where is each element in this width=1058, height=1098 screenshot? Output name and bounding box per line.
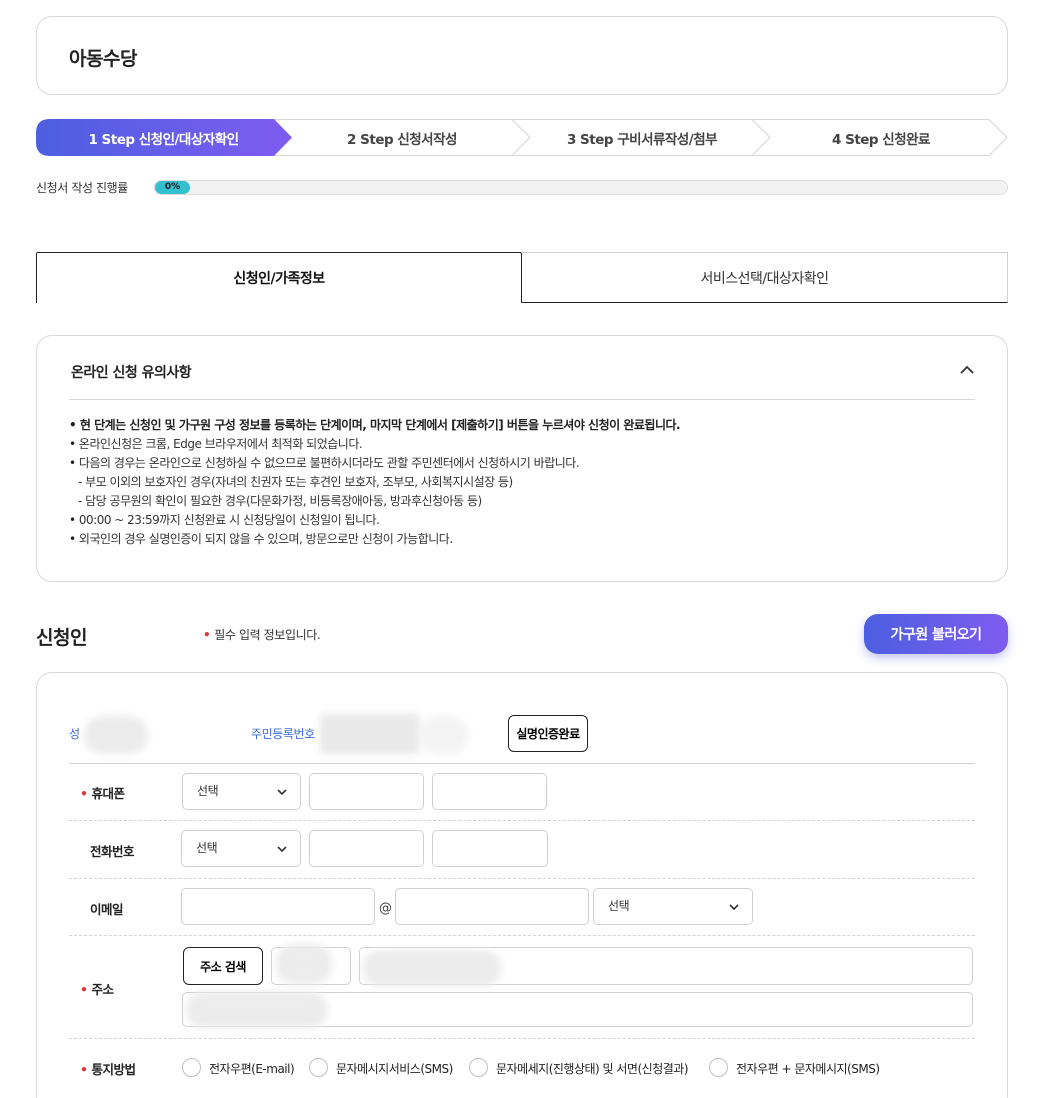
required-mark: • bbox=[80, 786, 88, 801]
notify-label: • 통지방법 bbox=[80, 1059, 136, 1078]
row-divider bbox=[69, 878, 975, 879]
tab-bar: 신청인/가족정보 서비스선택/대상자확인 bbox=[36, 252, 1008, 303]
address-label-text: 주소 bbox=[91, 982, 115, 997]
form-divider bbox=[69, 763, 975, 764]
notice-list: • 현 단계는 신청인 및 가구원 구성 정보를 등록하는 단계이며, 마지막 … bbox=[69, 416, 681, 549]
notice-item-text: - 부모 이외의 보호자인 경우(자녀의 친권자 또는 후견인 보호자, 조부모… bbox=[78, 475, 513, 489]
page-title-box: 아동수당 bbox=[36, 16, 1008, 95]
email-at-sign: @ bbox=[379, 901, 392, 916]
phone-last-input[interactable] bbox=[432, 830, 548, 867]
required-note-text: 필수 입력 정보입니다. bbox=[214, 628, 321, 642]
required-note: • 필수 입력 정보입니다. bbox=[203, 626, 321, 643]
bullet-mark: • bbox=[69, 418, 77, 432]
chevron-down-icon bbox=[277, 846, 287, 853]
mobile-label-text: 휴대폰 bbox=[91, 786, 126, 801]
rrn-value-redacted bbox=[320, 714, 420, 754]
notice-panel: 온라인 신청 유의사항 • 현 단계는 신청인 및 가구원 구성 정보를 등록하… bbox=[36, 335, 1008, 582]
row-divider bbox=[69, 935, 975, 936]
notice-item: - 담당 공무원의 확인이 필요한 경우(다문화가정, 비등록장애아동, 방과후… bbox=[69, 492, 680, 511]
email-domain-value: 선택 bbox=[608, 899, 630, 913]
step-2-label: 2 Step 신청서작성 bbox=[347, 132, 457, 148]
page-title: 아동수당 bbox=[69, 48, 137, 70]
notice-item: • 00:00 ~ 23:59까지 신청완료 시 신청당일이 신청일이 됩니다. bbox=[69, 511, 680, 530]
notice-item: • 외국인의 경우 실명인증이 되지 않을 수 있으며, 방문으로만 신청이 가… bbox=[69, 530, 680, 549]
notice-item: - 부모 이외의 보호자인 경우(자녀의 친권자 또는 후견인 보호자, 조부모… bbox=[69, 473, 680, 492]
notify-sms-label[interactable]: 문자메시지서비스(SMS) bbox=[336, 1060, 453, 1077]
notice-item-text: - 담당 공무원의 확인이 필요한 경우(다문화가정, 비등록장애아동, 방과후… bbox=[78, 494, 482, 508]
notify-sms-radio[interactable] bbox=[309, 1058, 328, 1077]
required-mark: • bbox=[80, 982, 88, 997]
notice-item-text: 현 단계는 신청인 및 가구원 구성 정보를 등록하는 단계이며, 마지막 단계… bbox=[79, 418, 681, 432]
email-label: 이메일 bbox=[90, 902, 124, 917]
phone-middle-input[interactable] bbox=[309, 830, 424, 867]
progress-label: 신청서 작성 진행률 bbox=[36, 181, 128, 195]
notice-item-text: 다음의 경우는 온라인으로 신청하실 수 없으므로 불편하시더라도 관할 주민센… bbox=[78, 456, 580, 470]
email-id-input[interactable] bbox=[181, 888, 375, 925]
rrn-label: 주민등록번호 bbox=[251, 727, 315, 741]
notice-item: • 온라인신청은 크롬, Edge 브라우저에서 최적화 되었습니다. bbox=[69, 435, 680, 454]
chevron-down-icon bbox=[729, 904, 739, 911]
row-divider bbox=[69, 1038, 975, 1039]
bullet-mark: • bbox=[69, 456, 76, 470]
notice-item: • 현 단계는 신청인 및 가구원 구성 정보를 등록하는 단계이며, 마지막 … bbox=[69, 416, 681, 435]
step-1-label: 1 Step 신청인/대상자확인 bbox=[88, 132, 239, 148]
notice-divider bbox=[69, 399, 975, 400]
required-mark: • bbox=[80, 1062, 88, 1077]
bullet-mark: • bbox=[69, 437, 76, 451]
step-4-label: 4 Step 신청완료 bbox=[832, 132, 930, 148]
required-mark: • bbox=[203, 628, 211, 642]
address-detail-redacted bbox=[186, 992, 328, 1028]
row-divider bbox=[69, 820, 975, 821]
phone-prefix-value: 선택 bbox=[196, 841, 218, 855]
progress-value: 0% bbox=[164, 182, 181, 192]
verify-button[interactable]: 실명인증완료 bbox=[508, 715, 588, 752]
notice-item: • 다음의 경우는 온라인으로 신청하실 수 없으므로 불편하시더라도 관할 주… bbox=[69, 454, 680, 473]
notify-label-text: 통지방법 bbox=[91, 1062, 137, 1077]
bullet-mark: • bbox=[69, 532, 76, 546]
name-label: 성 bbox=[69, 727, 80, 741]
email-domain-input[interactable] bbox=[395, 888, 589, 925]
mobile-prefix-value: 선택 bbox=[197, 784, 219, 798]
progress-bar: 0% bbox=[154, 180, 1008, 195]
address-search-button[interactable]: 주소 검색 bbox=[183, 947, 263, 985]
notify-sms-mail-radio[interactable] bbox=[469, 1058, 488, 1077]
phone-prefix-select[interactable]: 선택 bbox=[181, 830, 301, 867]
mobile-label: • 휴대폰 bbox=[80, 783, 125, 802]
mobile-prefix-select[interactable]: 선택 bbox=[182, 773, 301, 810]
name-value-redacted bbox=[84, 716, 148, 754]
zipcode-value-redacted bbox=[276, 944, 332, 984]
address-main-redacted bbox=[362, 950, 502, 986]
bullet-mark: • bbox=[69, 513, 76, 527]
load-family-button[interactable]: 가구원 불러오기 bbox=[864, 614, 1008, 654]
chevron-up-icon[interactable] bbox=[957, 360, 977, 380]
phone-label: 전화번호 bbox=[90, 844, 135, 859]
step-indicator: 1 Step 신청인/대상자확인 2 Step 신청서작성 3 Step 구비서… bbox=[36, 119, 1008, 156]
address-label: • 주소 bbox=[80, 979, 114, 998]
notify-email-sms-radio[interactable] bbox=[709, 1058, 728, 1077]
notify-email-radio[interactable] bbox=[182, 1058, 201, 1077]
mobile-last-input[interactable] bbox=[432, 773, 547, 810]
notice-title: 온라인 신청 유의사항 bbox=[71, 365, 192, 381]
notify-email-label[interactable]: 전자우편(E-mail) bbox=[209, 1060, 295, 1077]
tab-service-select[interactable]: 서비스선택/대상자확인 bbox=[522, 252, 1008, 303]
notice-item-text: 외국인의 경우 실명인증이 되지 않을 수 있으며, 방문으로만 신청이 가능합… bbox=[78, 532, 453, 546]
notice-item-text: 00:00 ~ 23:59까지 신청완료 시 신청당일이 신청일이 됩니다. bbox=[78, 513, 380, 527]
rrn-value-redacted-2 bbox=[420, 716, 468, 754]
notify-sms-mail-label[interactable]: 문자메세지(진행상태) 및 서면(신청결과) bbox=[496, 1060, 689, 1077]
mobile-middle-input[interactable] bbox=[309, 773, 424, 810]
email-domain-select[interactable]: 선택 bbox=[593, 888, 753, 925]
chevron-down-icon bbox=[277, 789, 287, 796]
notify-email-sms-label[interactable]: 전자우편 + 문자메시지(SMS) bbox=[736, 1060, 880, 1077]
tab-applicant-family[interactable]: 신청인/가족정보 bbox=[36, 252, 522, 303]
section-title: 신청인 bbox=[36, 627, 87, 649]
notice-item-text: 온라인신청은 크롬, Edge 브라우저에서 최적화 되었습니다. bbox=[78, 437, 363, 451]
step-3-label: 3 Step 구비서류작성/첨부 bbox=[566, 132, 718, 148]
